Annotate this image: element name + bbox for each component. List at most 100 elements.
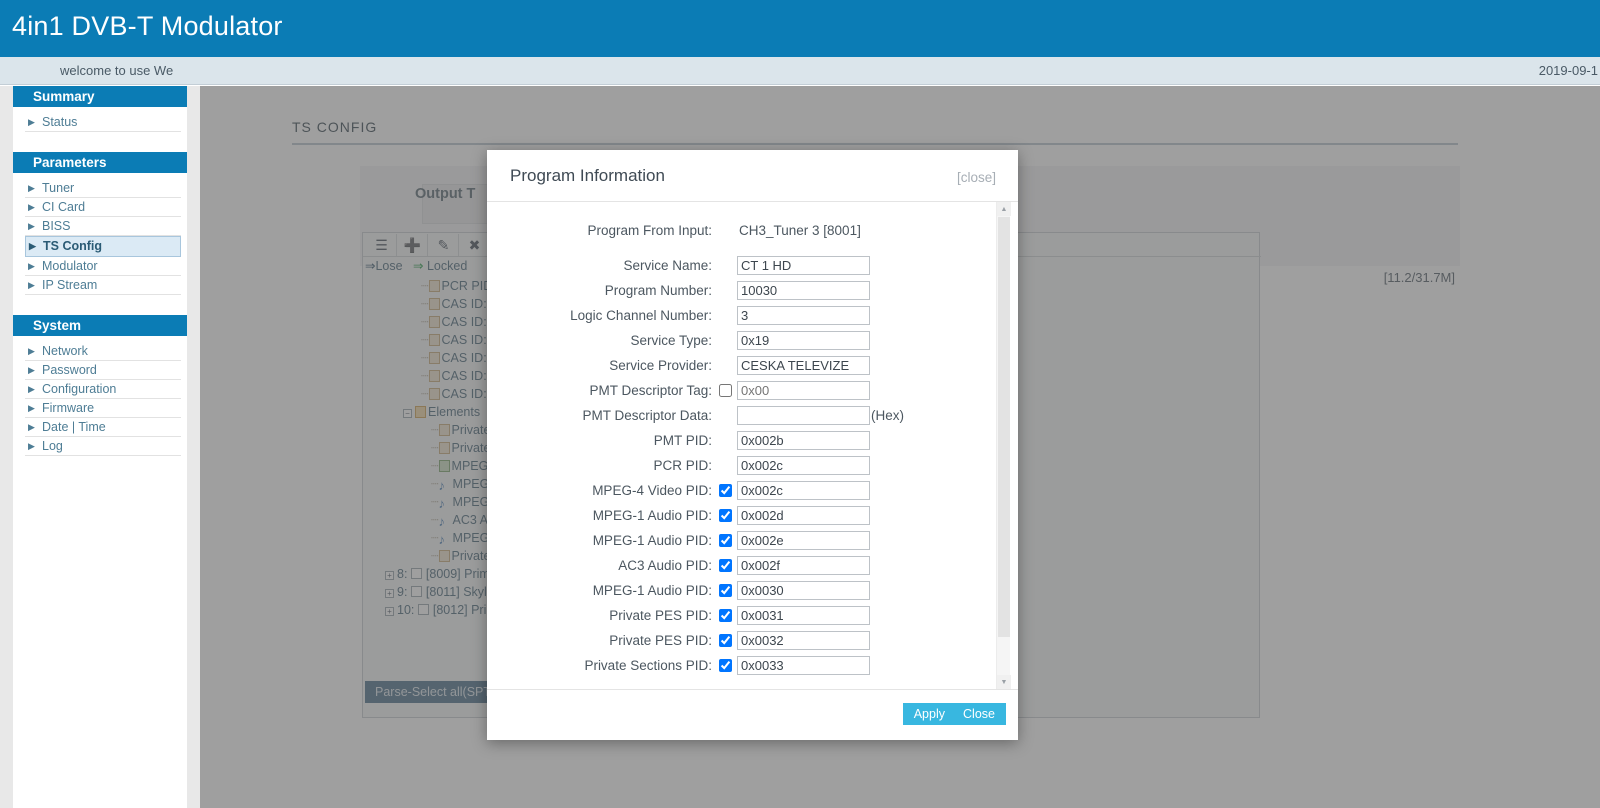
field-logic-channel-number: Logic Channel Number: <box>487 303 1001 328</box>
field-input[interactable] <box>737 306 870 325</box>
chevron-right-icon: ▶ <box>28 346 35 356</box>
sidebar-item-label: Log <box>42 439 63 453</box>
sidebar-item-biss[interactable]: ▶ BISS <box>25 217 181 236</box>
sidebar-item-log[interactable]: ▶ Log <box>25 437 181 456</box>
field-label: Program From Input: <box>587 223 712 238</box>
dialog-title: Program Information <box>510 166 665 185</box>
field-input[interactable] <box>737 481 870 500</box>
sidebar-item-modulator[interactable]: ▶ Modulator <box>25 257 181 276</box>
sidebar-item-label: Password <box>42 363 97 377</box>
sidebar-item-firmware[interactable]: ▶ Firmware <box>25 399 181 418</box>
field-input[interactable] <box>737 581 870 600</box>
app-header: 4in1 DVB-T Modulator <box>0 0 1600 57</box>
sidebar-item-label: Status <box>42 115 78 129</box>
field-enable-checkbox[interactable] <box>719 659 732 672</box>
field-input[interactable] <box>737 506 870 525</box>
field-label: Private Sections PID: <box>584 658 712 673</box>
field-enable-checkbox[interactable] <box>719 609 732 622</box>
field-private-pes-pid: Private PES PID: <box>487 628 1001 653</box>
dialog-scroll-region: Program From Input: CH3_Tuner 3 [8001] Ser… <box>487 202 1018 689</box>
scroll-down-icon[interactable]: ▼ <box>997 675 1011 689</box>
field-pmt-descriptor-data: PMT Descriptor Data: (Hex) <box>487 403 1001 428</box>
sidebar-item-network[interactable]: ▶ Network <box>25 342 181 361</box>
field-input[interactable] <box>737 281 870 300</box>
field-label: Private PES PID: <box>609 633 712 648</box>
field-enable-checkbox[interactable] <box>719 509 732 522</box>
program-information-form: Program From Input: CH3_Tuner 3 [8001] Ser… <box>487 202 1001 678</box>
field-enable-checkbox[interactable] <box>719 384 732 397</box>
chevron-right-icon: ▶ <box>28 422 35 432</box>
sidebar-item-label: BISS <box>42 219 71 233</box>
sidebar-item-label: TS Config <box>43 239 103 253</box>
checkbox-slot <box>719 484 737 497</box>
field-input[interactable] <box>737 631 870 650</box>
checkbox-slot <box>719 534 737 547</box>
field-label: MPEG-4 Video PID: <box>592 483 712 498</box>
dialog-scrollbar[interactable]: ▲ ▼ <box>996 202 1011 689</box>
field-label: MPEG-1 Audio PID: <box>592 508 712 523</box>
field-input[interactable] <box>737 531 870 550</box>
datetime-text: 2019-09-1 <box>1538 63 1598 78</box>
field-input[interactable] <box>737 456 870 475</box>
field-input[interactable] <box>737 406 870 425</box>
chevron-right-icon: ▶ <box>28 384 35 394</box>
field-program-from-input: Program From Input: CH3_Tuner 3 [8001] <box>487 218 1001 243</box>
field-label: Private PES PID: <box>609 608 712 623</box>
field-label: MPEG-1 Audio PID: <box>592 583 712 598</box>
field-mpeg-4-video-pid: MPEG-4 Video PID: <box>487 478 1001 503</box>
checkbox-slot <box>719 634 737 647</box>
sidebar-item-tuner[interactable]: ▶ Tuner <box>25 179 181 198</box>
chevron-right-icon: ▶ <box>28 441 35 451</box>
nav-group-summary: Summary <box>13 86 187 107</box>
sidebar-nav: Summary ▶ Status Parameters ▶ Tuner ▶ CI Card ▶ B… <box>13 86 187 808</box>
field-label: MPEG-1 Audio PID: <box>592 533 712 548</box>
sidebar-item-label: Firmware <box>42 401 95 415</box>
field-enable-checkbox[interactable] <box>719 484 732 497</box>
field-input[interactable] <box>737 331 870 350</box>
chevron-right-icon: ▶ <box>28 261 35 271</box>
sidebar-item-date-time[interactable]: ▶ Date | Time <box>25 418 181 437</box>
close-button[interactable]: Close <box>952 703 1006 725</box>
nav-group-parameters: Parameters <box>13 152 187 173</box>
field-label: Service Provider: <box>609 358 712 373</box>
chevron-right-icon: ▶ <box>28 221 35 231</box>
sidebar-item-password[interactable]: ▶ Password <box>25 361 181 380</box>
field-service-type: Service Type: <box>487 328 1001 353</box>
field-suffix: (Hex) <box>871 408 904 423</box>
sidebar-item-label: CI Card <box>42 200 86 214</box>
field-input[interactable] <box>737 656 870 675</box>
sidebar-item-configuration[interactable]: ▶ Configuration <box>25 380 181 399</box>
field-label: AC3 Audio PID: <box>618 558 712 573</box>
dialog-close-link[interactable]: [close] <box>957 170 996 185</box>
sidebar-item-label: IP Stream <box>42 278 98 292</box>
chevron-right-icon: ▶ <box>28 280 35 290</box>
field-mpeg-1-audio-pid: MPEG-1 Audio PID: <box>487 578 1001 603</box>
field-enable-checkbox[interactable] <box>719 534 732 547</box>
field-input[interactable] <box>737 256 870 275</box>
apply-button[interactable]: Apply <box>902 703 956 725</box>
field-service-provider: Service Provider: <box>487 353 1001 378</box>
field-input[interactable] <box>737 556 870 575</box>
sidebar-item-ci-card[interactable]: ▶ CI Card <box>25 198 181 217</box>
scroll-up-icon[interactable]: ▲ <box>997 202 1011 216</box>
chevron-right-icon: ▶ <box>28 202 35 212</box>
field-label: Service Type: <box>630 333 712 348</box>
field-input[interactable] <box>737 606 870 625</box>
sidebar-item-ts-config[interactable]: ▶ TS Config <box>25 236 181 257</box>
field-enable-checkbox[interactable] <box>719 559 732 572</box>
sidebar-item-label: Date | Time <box>42 420 106 434</box>
field-enable-checkbox[interactable] <box>719 584 732 597</box>
field-input[interactable] <box>737 431 870 450</box>
chevron-right-icon: ▶ <box>28 365 35 375</box>
scrollbar-thumb[interactable] <box>998 217 1010 637</box>
field-enable-checkbox[interactable] <box>719 634 732 647</box>
field-input[interactable] <box>737 381 870 400</box>
app-title: 4in1 DVB-T Modulator <box>12 11 283 41</box>
field-input[interactable] <box>737 356 870 375</box>
welcome-text: welcome to use We <box>60 63 174 78</box>
chevron-right-icon: ▶ <box>28 403 35 413</box>
field-value: CH3_Tuner 3 [8001] <box>739 223 861 238</box>
sidebar-item-ip-stream[interactable]: ▶ IP Stream <box>25 276 181 295</box>
sidebar-item-status[interactable]: ▶ Status <box>25 113 181 132</box>
